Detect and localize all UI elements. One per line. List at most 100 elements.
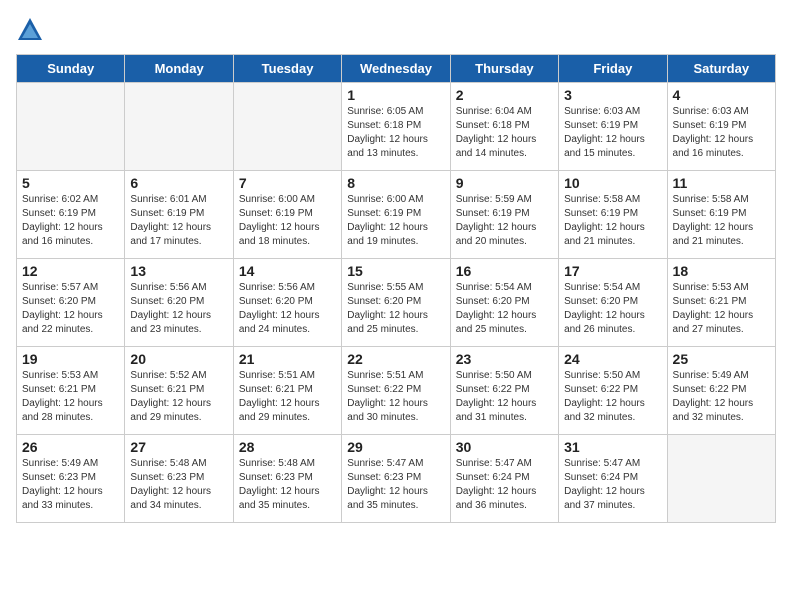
cell-info: Sunrise: 5:48 AM Sunset: 6:23 PM Dayligh… bbox=[239, 457, 336, 513]
calendar-cell: 28Sunrise: 5:48 AM Sunset: 6:23 PM Dayli… bbox=[233, 435, 341, 523]
calendar-cell bbox=[233, 83, 341, 171]
cell-info: Sunrise: 6:01 AM Sunset: 6:19 PM Dayligh… bbox=[130, 193, 227, 249]
cell-info: Sunrise: 5:47 AM Sunset: 6:24 PM Dayligh… bbox=[564, 457, 661, 513]
day-header-sunday: Sunday bbox=[17, 55, 125, 83]
calendar-cell: 15 Sunrise: 5:55 AM Sunset: 6:20 PM Dayli… bbox=[342, 259, 450, 347]
calendar-cell: 21 Sunrise: 5:51 AM Sunset: 6:21 PM Dayli… bbox=[233, 347, 341, 435]
cell-info: Sunrise: 5:50 AM Sunset: 6:22 PM Dayligh… bbox=[456, 369, 553, 425]
day-number: 18 bbox=[673, 263, 770, 279]
cell-info: Sunrise: 5:53 AM Sunset: 6:21 PM Dayligh… bbox=[22, 369, 119, 425]
cell-info: Sunrise: 5:56 AM Sunset: 6:20 PM Dayligh… bbox=[130, 281, 227, 337]
calendar-cell: 2 Sunrise: 6:04 AM Sunset: 6:18 PM Daylig… bbox=[450, 83, 558, 171]
calendar-cell: 3Sunrise: 6:03 AM Sunset: 6:19 PM Daylig… bbox=[559, 83, 667, 171]
day-number: 21 bbox=[239, 351, 336, 367]
calendar-cell: 7 Sunrise: 6:00 AM Sunset: 6:19 PM Daylig… bbox=[233, 171, 341, 259]
calendar-cell: 31 Sunrise: 5:47 AM Sunset: 6:24 PM Dayli… bbox=[559, 435, 667, 523]
calendar-cell: 11 Sunrise: 5:58 AM Sunset: 6:19 PM Dayli… bbox=[667, 171, 775, 259]
day-number: 10 bbox=[564, 175, 661, 191]
calendar-cell: 4Sunrise: 6:03 AM Sunset: 6:19 PM Daylig… bbox=[667, 83, 775, 171]
cell-info: Sunrise: 6:04 AM Sunset: 6:18 PM Dayligh… bbox=[456, 105, 553, 161]
day-number: 24 bbox=[564, 351, 661, 367]
day-number: 31 bbox=[564, 439, 661, 455]
cell-info: Sunrise: 5:55 AM Sunset: 6:20 PM Dayligh… bbox=[347, 281, 444, 337]
day-number: 16 bbox=[456, 263, 553, 279]
day-header-tuesday: Tuesday bbox=[233, 55, 341, 83]
day-number: 1 bbox=[347, 87, 444, 103]
calendar-week-4: 19 Sunrise: 5:53 AM Sunset: 6:21 PM Dayli… bbox=[17, 347, 776, 435]
calendar-cell: 30 Sunrise: 5:47 AM Sunset: 6:24 PM Dayli… bbox=[450, 435, 558, 523]
page-header bbox=[16, 16, 776, 44]
calendar-table: SundayMondayTuesdayWednesdayThursdayFrid… bbox=[16, 54, 776, 523]
cell-info: Sunrise: 6:05 AM Sunset: 6:18 PM Dayligh… bbox=[347, 105, 444, 161]
day-header-friday: Friday bbox=[559, 55, 667, 83]
day-number: 6 bbox=[130, 175, 227, 191]
cell-info: Sunrise: 5:48 AM Sunset: 6:23 PM Dayligh… bbox=[130, 457, 227, 513]
day-number: 8 bbox=[347, 175, 444, 191]
day-number: 7 bbox=[239, 175, 336, 191]
calendar-cell: 29 Sunrise: 5:47 AM Sunset: 6:23 PM Dayli… bbox=[342, 435, 450, 523]
calendar-cell bbox=[17, 83, 125, 171]
day-number: 23 bbox=[456, 351, 553, 367]
cell-info: Sunrise: 5:57 AM Sunset: 6:20 PM Dayligh… bbox=[22, 281, 119, 337]
calendar-cell: 17 Sunrise: 5:54 AM Sunset: 6:20 PM Dayli… bbox=[559, 259, 667, 347]
day-number: 26 bbox=[22, 439, 119, 455]
calendar-cell: 25Sunrise: 5:49 AM Sunset: 6:22 PM Dayli… bbox=[667, 347, 775, 435]
calendar-cell: 1 Sunrise: 6:05 AM Sunset: 6:18 PM Daylig… bbox=[342, 83, 450, 171]
day-number: 15 bbox=[347, 263, 444, 279]
day-number: 30 bbox=[456, 439, 553, 455]
calendar-cell: 22Sunrise: 5:51 AM Sunset: 6:22 PM Dayli… bbox=[342, 347, 450, 435]
day-number: 13 bbox=[130, 263, 227, 279]
logo bbox=[16, 16, 48, 44]
cell-info: Sunrise: 5:51 AM Sunset: 6:22 PM Dayligh… bbox=[347, 369, 444, 425]
calendar-cell bbox=[125, 83, 233, 171]
cell-info: Sunrise: 5:58 AM Sunset: 6:19 PM Dayligh… bbox=[673, 193, 770, 249]
day-number: 2 bbox=[456, 87, 553, 103]
day-header-thursday: Thursday bbox=[450, 55, 558, 83]
day-number: 20 bbox=[130, 351, 227, 367]
cell-info: Sunrise: 5:56 AM Sunset: 6:20 PM Dayligh… bbox=[239, 281, 336, 337]
cell-info: Sunrise: 5:49 AM Sunset: 6:22 PM Dayligh… bbox=[673, 369, 770, 425]
cell-info: Sunrise: 5:50 AM Sunset: 6:22 PM Dayligh… bbox=[564, 369, 661, 425]
cell-info: Sunrise: 5:53 AM Sunset: 6:21 PM Dayligh… bbox=[673, 281, 770, 337]
calendar-cell: 24 Sunrise: 5:50 AM Sunset: 6:22 PM Dayli… bbox=[559, 347, 667, 435]
day-number: 27 bbox=[130, 439, 227, 455]
day-number: 17 bbox=[564, 263, 661, 279]
cell-info: Sunrise: 5:47 AM Sunset: 6:23 PM Dayligh… bbox=[347, 457, 444, 513]
calendar-cell: 19 Sunrise: 5:53 AM Sunset: 6:21 PM Dayli… bbox=[17, 347, 125, 435]
calendar-cell: 18 Sunrise: 5:53 AM Sunset: 6:21 PM Dayli… bbox=[667, 259, 775, 347]
logo-icon bbox=[16, 16, 44, 44]
calendar-cell: 10Sunrise: 5:58 AM Sunset: 6:19 PM Dayli… bbox=[559, 171, 667, 259]
cell-info: Sunrise: 6:03 AM Sunset: 6:19 PM Dayligh… bbox=[673, 105, 770, 161]
day-number: 9 bbox=[456, 175, 553, 191]
cell-info: Sunrise: 5:54 AM Sunset: 6:20 PM Dayligh… bbox=[456, 281, 553, 337]
cell-info: Sunrise: 5:59 AM Sunset: 6:19 PM Dayligh… bbox=[456, 193, 553, 249]
calendar-header-row: SundayMondayTuesdayWednesdayThursdayFrid… bbox=[17, 55, 776, 83]
calendar-cell: 5 Sunrise: 6:02 AM Sunset: 6:19 PM Daylig… bbox=[17, 171, 125, 259]
calendar-cell: 23 Sunrise: 5:50 AM Sunset: 6:22 PM Dayli… bbox=[450, 347, 558, 435]
calendar-cell: 14Sunrise: 5:56 AM Sunset: 6:20 PM Dayli… bbox=[233, 259, 341, 347]
cell-info: Sunrise: 5:49 AM Sunset: 6:23 PM Dayligh… bbox=[22, 457, 119, 513]
day-header-wednesday: Wednesday bbox=[342, 55, 450, 83]
cell-info: Sunrise: 5:52 AM Sunset: 6:21 PM Dayligh… bbox=[130, 369, 227, 425]
cell-info: Sunrise: 6:02 AM Sunset: 6:19 PM Dayligh… bbox=[22, 193, 119, 249]
calendar-week-5: 26 Sunrise: 5:49 AM Sunset: 6:23 PM Dayli… bbox=[17, 435, 776, 523]
cell-info: Sunrise: 6:00 AM Sunset: 6:19 PM Dayligh… bbox=[347, 193, 444, 249]
day-number: 12 bbox=[22, 263, 119, 279]
day-number: 19 bbox=[22, 351, 119, 367]
calendar-week-3: 12 Sunrise: 5:57 AM Sunset: 6:20 PM Dayli… bbox=[17, 259, 776, 347]
calendar-cell: 27 Sunrise: 5:48 AM Sunset: 6:23 PM Dayli… bbox=[125, 435, 233, 523]
cell-info: Sunrise: 6:00 AM Sunset: 6:19 PM Dayligh… bbox=[239, 193, 336, 249]
cell-info: Sunrise: 5:47 AM Sunset: 6:24 PM Dayligh… bbox=[456, 457, 553, 513]
calendar-body: 1 Sunrise: 6:05 AM Sunset: 6:18 PM Daylig… bbox=[17, 83, 776, 523]
cell-info: Sunrise: 5:54 AM Sunset: 6:20 PM Dayligh… bbox=[564, 281, 661, 337]
day-header-saturday: Saturday bbox=[667, 55, 775, 83]
day-number: 3 bbox=[564, 87, 661, 103]
day-number: 29 bbox=[347, 439, 444, 455]
cell-info: Sunrise: 5:51 AM Sunset: 6:21 PM Dayligh… bbox=[239, 369, 336, 425]
day-number: 5 bbox=[22, 175, 119, 191]
calendar-cell: 12 Sunrise: 5:57 AM Sunset: 6:20 PM Dayli… bbox=[17, 259, 125, 347]
calendar-cell: 16 Sunrise: 5:54 AM Sunset: 6:20 PM Dayli… bbox=[450, 259, 558, 347]
day-number: 11 bbox=[673, 175, 770, 191]
calendar-cell bbox=[667, 435, 775, 523]
calendar-cell: 13 Sunrise: 5:56 AM Sunset: 6:20 PM Dayli… bbox=[125, 259, 233, 347]
